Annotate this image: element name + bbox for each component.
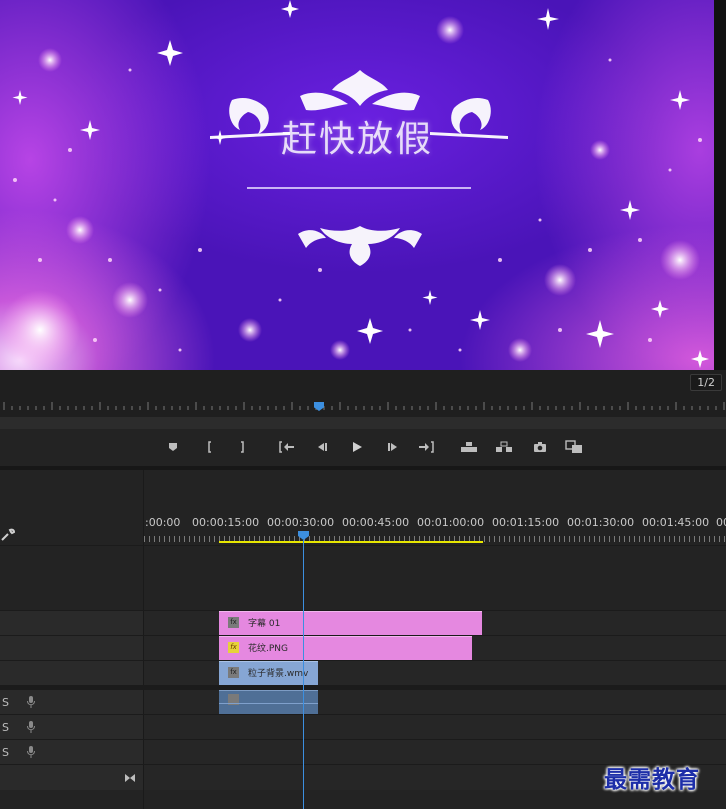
timecode-label: 00:01:15:00: [492, 516, 560, 529]
monitor-time-ruler[interactable]: 1/2: [0, 370, 726, 418]
monitor-scrollbar[interactable]: [0, 417, 726, 429]
track-lane: [144, 546, 726, 611]
timecode-label: 00:00:15:00: [192, 516, 260, 529]
page-indicator[interactable]: 1/2: [690, 374, 722, 391]
track-header: [0, 636, 143, 661]
clip-pattern[interactable]: fx 花纹.PNG: [219, 636, 472, 660]
bowtie-icon[interactable]: [124, 773, 136, 783]
export-frame-button[interactable]: [529, 437, 551, 457]
monitor-ruler-ticks: [3, 402, 725, 410]
track-lane: [144, 715, 726, 740]
clip-subtitle[interactable]: fx 字幕 01: [219, 611, 482, 635]
work-area-bar[interactable]: [219, 541, 483, 543]
step-forward-icon: [388, 443, 397, 451]
add-marker-button[interactable]: [162, 437, 184, 457]
playhead-line[interactable]: [303, 540, 304, 809]
go-to-in-icon: [279, 441, 294, 453]
mark-in-icon: [208, 441, 211, 453]
go-to-in-button[interactable]: [276, 437, 298, 457]
wrench-icon[interactable]: [0, 528, 16, 542]
mark-out-icon: [241, 441, 244, 453]
timecode-label: 00:00:30:00: [267, 516, 335, 529]
timecode-label: 00:01:00:00: [417, 516, 485, 529]
timecode-label: 00:01:45:00: [642, 516, 710, 529]
timecode-label: 00:01:30:00: [567, 516, 635, 529]
mark-out-button[interactable]: [231, 437, 253, 457]
microphone-icon[interactable]: [26, 695, 36, 709]
timecode-label: 00:00:45:00: [342, 516, 410, 529]
track-row-empty: [0, 545, 726, 611]
transport-controls: [0, 429, 726, 465]
clip-label: 粒子背景.wmv: [248, 669, 309, 679]
compare-icon: [565, 440, 582, 453]
go-to-out-icon: [419, 441, 434, 453]
track-row-v1: [0, 660, 726, 686]
go-to-out-button[interactable]: [415, 437, 437, 457]
track-header: [0, 765, 143, 790]
marker-icon: [169, 443, 177, 451]
fx-badge-icon: fx: [228, 617, 239, 628]
track-header: S: [0, 740, 143, 765]
extract-button[interactable]: [493, 437, 515, 457]
step-back-button[interactable]: [311, 437, 333, 457]
ornament-top: [210, 70, 508, 266]
preview-title: 赶快放假: [280, 119, 433, 160]
lift-icon: [461, 442, 477, 452]
track-label: S: [2, 696, 9, 709]
track-header: [0, 546, 143, 611]
lift-button[interactable]: [458, 437, 480, 457]
track-header: S: [0, 690, 143, 715]
extract-icon: [496, 441, 512, 452]
track-label: S: [2, 721, 9, 734]
track-header: [0, 661, 143, 686]
monitor-edge: [714, 0, 726, 370]
fx-badge-icon: fx: [228, 667, 239, 678]
clip-label: 花纹.PNG: [248, 644, 288, 654]
step-forward-button[interactable]: [382, 437, 404, 457]
timeline-panel: :00:00 00:00:15:00 00:00:30:00 00:00:45:…: [0, 470, 726, 809]
comparison-view-button[interactable]: [563, 437, 585, 457]
mark-in-button[interactable]: [199, 437, 221, 457]
microphone-icon[interactable]: [26, 720, 36, 734]
play-icon: [353, 442, 362, 452]
watermark: 最需教育: [604, 766, 700, 793]
program-monitor-preview: 赶快放假: [0, 0, 714, 370]
track-label: S: [2, 746, 9, 759]
microphone-icon[interactable]: [26, 745, 36, 759]
track-row-a2: S: [0, 714, 726, 740]
track-header: [0, 611, 143, 636]
track-header: S: [0, 715, 143, 740]
track-row-a1: S: [0, 689, 726, 715]
step-back-icon: [318, 443, 327, 451]
fx-badge-icon: fx: [228, 642, 239, 653]
clip-label: 字幕 01: [248, 619, 281, 629]
title-divider: [247, 187, 471, 189]
camera-icon: [534, 442, 546, 452]
play-button[interactable]: [346, 437, 368, 457]
timecode-label: :00:00: [145, 516, 181, 529]
timecode-label: 00: [716, 516, 726, 529]
